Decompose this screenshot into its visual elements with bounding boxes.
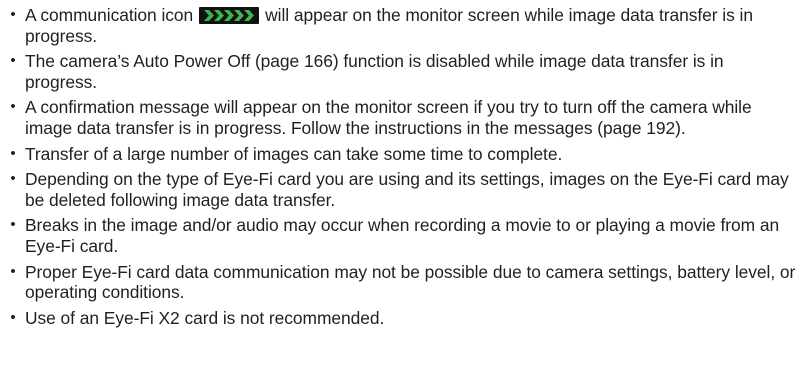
list-item-text: Proper Eye-Fi card data communication ma… xyxy=(25,261,796,303)
bullet-marker: • xyxy=(10,170,16,188)
list-item: • A communication icon will appear on th… xyxy=(6,5,797,46)
eye-fi-communication-icon xyxy=(199,7,260,24)
bullet-marker: • xyxy=(10,262,16,280)
bullet-marker: • xyxy=(10,144,16,162)
bullet-marker: • xyxy=(10,6,16,23)
list-item: • The camera’s Auto Power Off (page 166)… xyxy=(6,51,797,92)
bullet-marker: • xyxy=(10,216,16,234)
notes-bullet-list: • A communication icon will appear on th… xyxy=(6,5,797,328)
bullet-marker: • xyxy=(10,52,16,70)
list-item-text-before-icon: A communication icon xyxy=(25,5,194,25)
list-item: • Transfer of a large number of images c… xyxy=(6,144,797,165)
list-item: • A confirmation message will appear on … xyxy=(6,97,797,138)
list-item-text: The camera’s Auto Power Off (page 166) f… xyxy=(25,51,724,92)
list-item-text: Depending on the type of Eye-Fi card you… xyxy=(25,169,789,210)
list-item: • Breaks in the image and/or audio may o… xyxy=(6,215,797,256)
list-item-text: Use of an Eye-Fi X2 card is not recommen… xyxy=(25,307,385,328)
list-item-text: A confirmation message will appear on th… xyxy=(25,97,752,138)
list-item: • Use of an Eye-Fi X2 card is not recomm… xyxy=(6,308,797,329)
list-item-text: Transfer of a large number of images can… xyxy=(25,143,563,164)
document-page: • A communication icon will appear on th… xyxy=(0,0,805,382)
list-item-text: Breaks in the image and/or audio may occ… xyxy=(25,215,780,256)
list-item: • Depending on the type of Eye-Fi card y… xyxy=(6,169,797,210)
bullet-marker: • xyxy=(10,308,16,326)
bullet-marker: • xyxy=(10,98,16,116)
list-item: • Proper Eye-Fi card data communication … xyxy=(6,262,797,303)
